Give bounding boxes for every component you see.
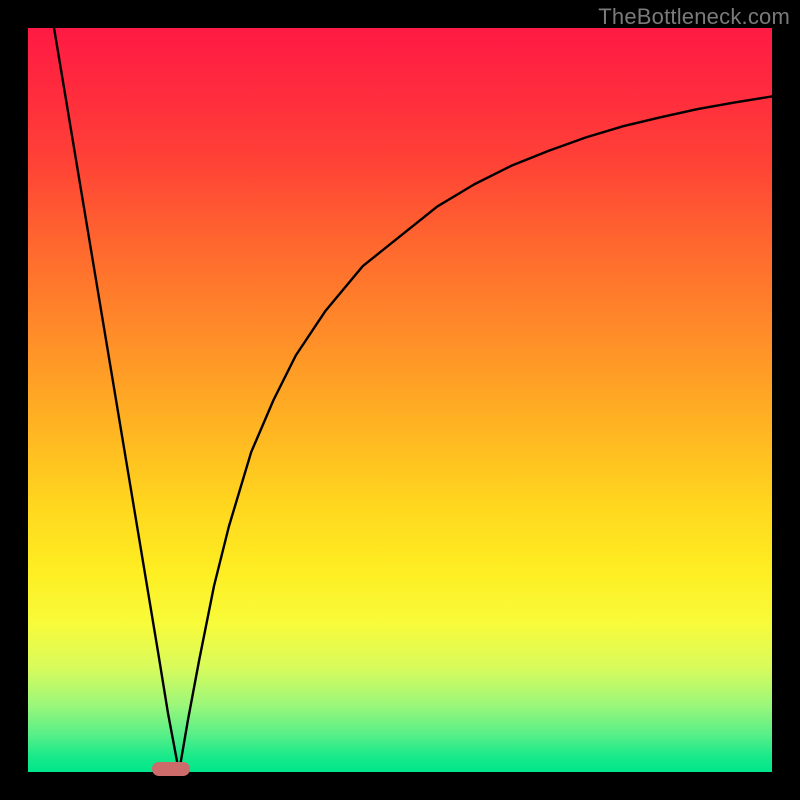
chart-frame: TheBottleneck.com [0, 0, 800, 800]
plot-area [28, 28, 772, 772]
watermark-text: TheBottleneck.com [598, 4, 790, 30]
optimal-marker [152, 762, 191, 776]
bottleneck-curve [28, 28, 772, 772]
